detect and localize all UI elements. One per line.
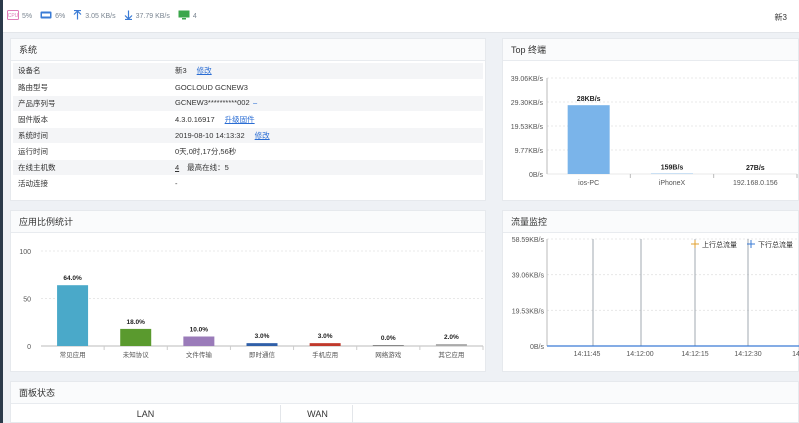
info-row-online-hosts: 在线主机数 4 最高在线：5	[13, 159, 483, 176]
memory-value: 6%	[55, 12, 66, 20]
y-tick-label: 19.53KB/s	[512, 308, 545, 315]
cpu-stat: CPU 5%	[7, 10, 32, 22]
cpu-value: 5%	[22, 12, 33, 20]
y-tick-label: 0B/s	[529, 172, 544, 179]
y-tick-label: 29.30KB/s	[511, 100, 544, 107]
bar	[120, 328, 152, 346]
info-row-uptime: 运行时间 0天,0时,17分,56秒	[13, 143, 483, 160]
info-row-device-name: 设备名 新3 修改	[13, 63, 483, 80]
device-name-label[interactable]: 新3	[775, 12, 787, 23]
x-tick-label: 14	[792, 351, 799, 358]
system-panel-title: 系统	[11, 39, 485, 61]
memory-icon	[40, 10, 52, 22]
x-tick-label: ios-PC	[578, 180, 599, 187]
info-row-connections: 活动连接 -	[13, 175, 483, 192]
info-row-model: 路由型号 GOCLOUD GCNEW3	[13, 79, 483, 96]
cpu-icon: CPU	[7, 10, 19, 22]
x-tick-label: 其它应用	[438, 350, 464, 359]
bar	[183, 336, 215, 346]
download-arrow-icon	[124, 10, 133, 22]
y-tick-label: 19.53KB/s	[511, 124, 544, 131]
app-stats-panel: 应用比例统计 0 50 100 64.0% 常见应用 18.0% 未知协议 10.0% 文件传输…	[10, 210, 486, 372]
bar	[309, 343, 341, 346]
traffic-chart: 0B/s 19.53KB/s 39.06KB/s 58.59KB/s 14:11:45 1…	[512, 237, 799, 358]
panel-status-title: 面板状态	[11, 382, 798, 404]
y-tick-label: 0B/s	[530, 344, 545, 351]
x-tick-label: 192.168.0.156	[733, 180, 778, 187]
data-label: 0.0%	[381, 335, 396, 342]
status-bar: CPU 5% 6% 3.05 KB/s 37.79 KB/s 4	[3, 0, 799, 33]
top-terminal-title: Top 终端	[503, 39, 798, 61]
x-tick-label: 14:12:30	[734, 351, 761, 358]
data-label: 64.0%	[63, 275, 82, 282]
x-tick-label: 14:12:00	[626, 351, 653, 358]
top-terminal-chart: 0B/s 9.77KB/s 19.53KB/s 29.30KB/s 39.06KB/s 2…	[511, 76, 798, 187]
bar	[372, 345, 404, 346]
panel-status-panel: 面板状态 LAN WAN	[10, 381, 799, 423]
bar	[246, 343, 278, 346]
x-tick-label: 即时通信	[249, 350, 276, 359]
download-stat: 37.79 KB/s	[124, 10, 170, 22]
info-row-firmware: 固件版本 4.3.0.16917 升级固件	[13, 111, 483, 128]
data-label: 159B/s	[661, 165, 684, 172]
bar	[57, 285, 89, 346]
memory-stat: 6%	[40, 10, 65, 22]
data-label: 3.0%	[318, 333, 333, 340]
y-tick-label: 0	[27, 344, 31, 351]
upload-value: 3.05 KB/s	[85, 12, 116, 20]
system-panel: 系统 设备名 新3 修改 路由型号 GOCLOUD GCNEW3 产品序列号 GC…	[10, 38, 486, 201]
data-label: 2.0%	[444, 334, 459, 341]
data-label: 27B/s	[746, 165, 765, 172]
online-hosts-value: 4	[192, 12, 197, 20]
x-tick-label: 常见应用	[60, 350, 86, 359]
data-label: 3.0%	[255, 333, 270, 340]
legend-label: 上行总流量	[702, 240, 737, 249]
y-tick-label: 58.59KB/s	[512, 237, 545, 244]
traffic-title: 流量监控	[503, 211, 798, 233]
online-hosts-link[interactable]: 4	[175, 163, 179, 172]
bar	[567, 105, 610, 174]
y-tick-label: 39.06KB/s	[511, 76, 544, 83]
legend-label: 下行总流量	[758, 240, 793, 249]
wan-tab[interactable]: WAN	[283, 405, 353, 423]
x-tick-label: 14:12:15	[681, 351, 708, 358]
upload-stat: 3.05 KB/s	[73, 9, 116, 22]
info-row-system-time: 系统时间 2019-08-10 14:13:32 修改	[13, 127, 483, 144]
bar	[435, 344, 467, 346]
upgrade-firmware-link[interactable]: 升级固件	[225, 115, 255, 124]
y-tick-label: 9.77KB/s	[515, 148, 544, 155]
monitor-icon	[178, 10, 190, 22]
y-tick-label: 50	[23, 297, 31, 304]
y-tick-label: 39.06KB/s	[512, 273, 545, 280]
download-value: 37.79 KB/s	[135, 12, 170, 20]
y-tick-label: 100	[19, 249, 31, 256]
svg-text:CPU: CPU	[8, 13, 19, 19]
wave-icon: ⌣	[252, 98, 258, 107]
x-tick-label: iPhoneX	[659, 180, 686, 187]
data-label: 10.0%	[190, 327, 209, 334]
upload-arrow-icon	[73, 9, 82, 22]
app-stats-chart: 0 50 100 64.0% 常见应用 18.0% 未知协议 10.0% 文件传输 3.0% 即时通…	[19, 249, 484, 359]
edit-device-name-link[interactable]: 修改	[197, 66, 212, 75]
sidebar-edge	[0, 0, 3, 423]
data-label: 28KB/s	[577, 96, 601, 103]
data-label: 18.0%	[126, 319, 145, 326]
app-stats-title: 应用比例统计	[11, 211, 485, 233]
x-tick-label: 文件传输	[186, 350, 213, 359]
top-terminal-panel: Top 终端 0B/s 9.77KB/s 19.53KB/s 29.30KB/s 39.…	[502, 38, 799, 201]
system-info-table: 设备名 新3 修改 路由型号 GOCLOUD GCNEW3 产品序列号 GCNEW…	[13, 63, 483, 192]
traffic-panel: 流量监控 0B/s 19.53KB/s 39.06KB/s 58.59KB/s 14:1…	[502, 210, 799, 372]
x-tick-label: 手机应用	[312, 350, 338, 359]
lan-tab[interactable]: LAN	[11, 405, 281, 423]
x-tick-label: 14:11:45	[574, 351, 601, 358]
online-hosts-stat: 4	[178, 10, 197, 22]
x-tick-label: 未知协议	[123, 350, 150, 359]
info-row-serial: 产品序列号 GCNEW3**********002 ⌣	[13, 95, 483, 112]
x-tick-label: 网络游戏	[375, 350, 402, 359]
edit-time-link[interactable]: 修改	[255, 131, 270, 140]
